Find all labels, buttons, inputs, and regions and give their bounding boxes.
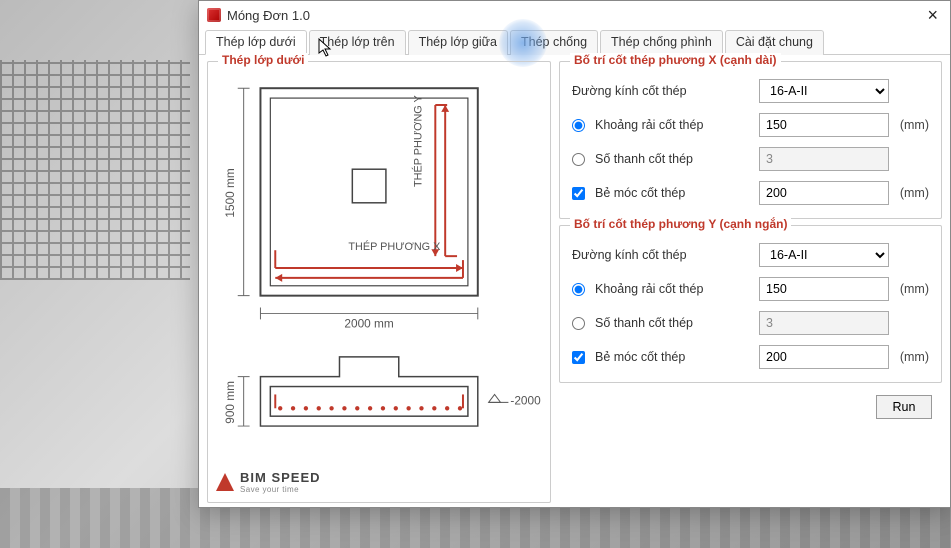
x-diameter-label: Đường kính cốt thép [572, 84, 759, 98]
y-spacing-label: Khoảng rải cốt thép [595, 282, 703, 296]
brand-logo-icon [216, 473, 234, 491]
window-title: Móng Đơn 1.0 [227, 8, 310, 23]
dialog-window: Móng Đơn 1.0 × Thép lớp dưới Thép lớp tr… [198, 0, 951, 508]
y-diameter-label: Đường kính cốt thép [572, 248, 759, 262]
tab-thep-chong[interactable]: Thép chống [510, 30, 598, 55]
y-hook-label: Bẻ móc cốt thép [595, 350, 685, 364]
diagram-panel: Thép lớp dưới [207, 61, 551, 503]
y-count-radio[interactable] [572, 317, 585, 330]
group-x: Bố trí cốt thép phương X (cạnh dài) Đườn… [559, 61, 942, 219]
label-x: THÉP PHƯƠNG X [348, 240, 441, 253]
group-x-legend: Bố trí cốt thép phương X (cạnh dài) [570, 53, 781, 67]
brand: BIM SPEED Save your time [216, 470, 542, 494]
app-icon [207, 8, 221, 22]
brand-tag: Save your time [240, 485, 321, 494]
x-count-input [759, 147, 889, 171]
elev: -2000 mm [510, 393, 542, 407]
tab-thep-chong-phinh[interactable]: Thép chống phình [600, 30, 723, 55]
x-hook-label: Bẻ móc cốt thép [595, 186, 685, 200]
tab-strip: Thép lớp dưới Thép lớp trên Thép lớp giữ… [199, 29, 950, 55]
dim-h: 2000 mm [344, 316, 394, 330]
y-hook-check[interactable] [572, 351, 585, 364]
y-count-input [759, 311, 889, 335]
unit-mm: (mm) [889, 186, 929, 200]
titlebar[interactable]: Móng Đơn 1.0 × [199, 1, 950, 29]
x-hook-input[interactable] [759, 181, 889, 205]
unit-mm: (mm) [889, 282, 929, 296]
x-count-label: Số thanh cốt thép [595, 152, 693, 166]
group-y-legend: Bố trí cốt thép phương Y (cạnh ngắn) [570, 217, 791, 231]
label-y: THÉP PHƯƠNG Y [411, 95, 424, 187]
y-hook-input[interactable] [759, 345, 889, 369]
group-y: Bố trí cốt thép phương Y (cạnh ngắn) Đườ… [559, 225, 942, 383]
unit-mm: (mm) [889, 118, 929, 132]
dim-v: 1500 mm [223, 168, 237, 218]
x-spacing-label: Khoảng rải cốt thép [595, 118, 703, 132]
rebar-diagram: 2000 mm 1500 mm THÉP PHƯƠNG X THÉP PHƯƠN… [216, 70, 542, 466]
x-spacing-radio[interactable] [572, 119, 585, 132]
x-hook-check[interactable] [572, 187, 585, 200]
y-spacing-input[interactable] [759, 277, 889, 301]
tab-thep-lop-tren[interactable]: Thép lớp trên [309, 30, 406, 55]
diagram-legend: Thép lớp dưới [218, 53, 308, 67]
x-count-radio[interactable] [572, 153, 585, 166]
close-icon[interactable]: × [923, 6, 942, 24]
tab-thep-lop-duoi[interactable]: Thép lớp dưới [205, 30, 307, 55]
y-count-label: Số thanh cốt thép [595, 316, 693, 330]
x-diameter-select[interactable]: 16-A-II [759, 79, 889, 103]
run-button[interactable]: Run [876, 395, 932, 419]
y-spacing-radio[interactable] [572, 283, 585, 296]
y-diameter-select[interactable]: 16-A-II [759, 243, 889, 267]
tab-cai-dat-chung[interactable]: Cài đặt chung [725, 30, 824, 55]
brand-name: BIM SPEED [240, 470, 321, 485]
x-spacing-input[interactable] [759, 113, 889, 137]
unit-mm: (mm) [889, 350, 929, 364]
tab-thep-lop-giua[interactable]: Thép lớp giữa [408, 30, 508, 55]
sect-v: 900 mm [223, 381, 237, 424]
